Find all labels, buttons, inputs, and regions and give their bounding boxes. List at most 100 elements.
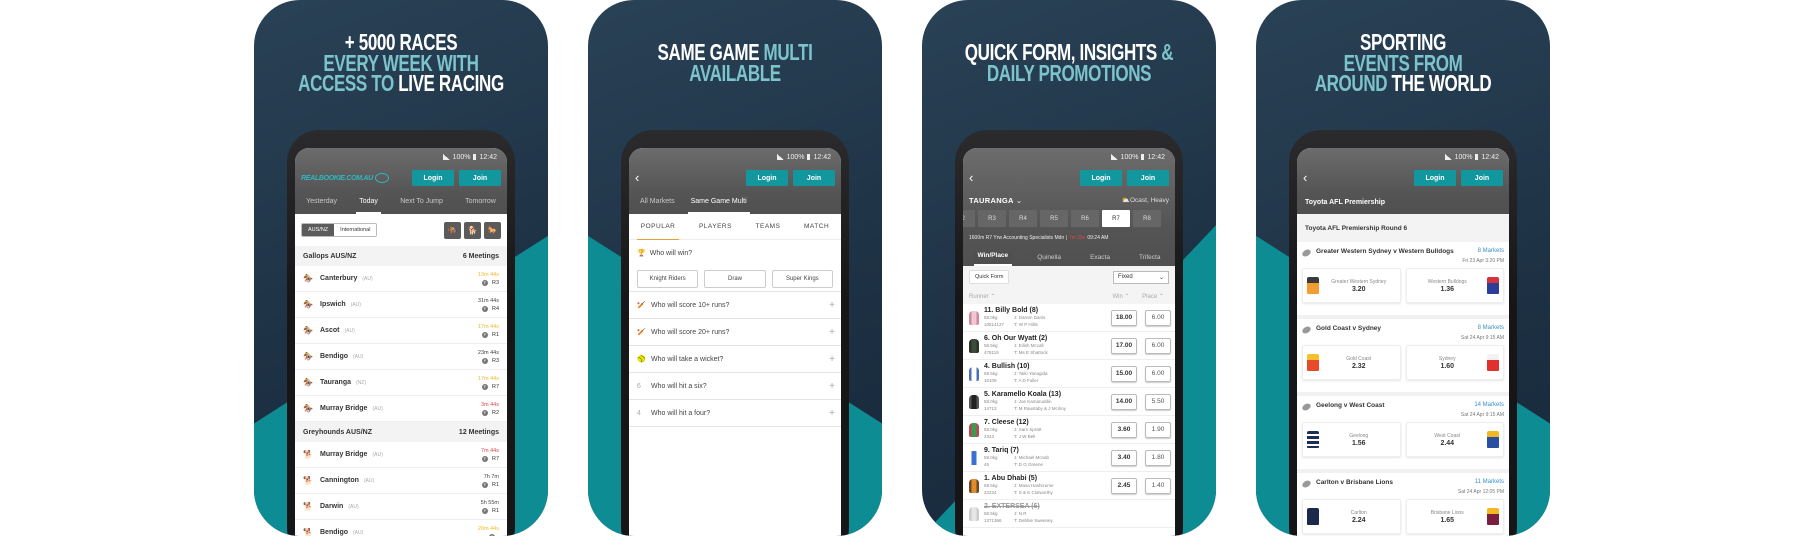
horse-filter-button[interactable]: 🏇 [444, 221, 461, 239]
join-button[interactable]: Join [1127, 170, 1169, 186]
meeting-row[interactable]: 🏇 Tauranga (NZ) 17m 44s F R7 [295, 370, 507, 396]
tab-all-markets[interactable]: All Markets [637, 190, 678, 214]
tab-next-to-jump[interactable]: Next To Jump [397, 190, 446, 214]
place-odds-button[interactable]: 1.40 [1145, 477, 1171, 494]
match-card[interactable]: Carlton v Brisbane Lions 11 Markets Sat 24… [1297, 473, 1509, 536]
race-tab[interactable]: R7 [1102, 210, 1130, 227]
markets-link[interactable]: 8 Markets [1478, 248, 1504, 254]
region-option[interactable]: International [334, 224, 377, 236]
tab-popular[interactable]: POPULAR [636, 214, 680, 240]
market-question[interactable]: 🏏 Who will score 20+ runs? + [629, 319, 841, 346]
market-question[interactable]: 🥎 Who will take a wicket? + [629, 346, 841, 373]
tab-win-place[interactable]: Win/Place [973, 252, 1013, 266]
match-card[interactable]: Gold Coast v Sydney 8 Markets Sat 24 Apr 9… [1297, 319, 1509, 392]
tab-match[interactable]: MATCH [800, 214, 833, 240]
greyhound-filter-button[interactable]: 🐕 [464, 221, 481, 239]
race-tab[interactable]: R8 [1133, 210, 1161, 227]
expand-plus-icon[interactable]: + [829, 354, 835, 365]
win-odds-button[interactable]: 3.40 [1111, 449, 1137, 466]
join-button[interactable]: Join [459, 170, 501, 186]
meeting-row[interactable]: 🐕 Bendigo (AU) 20m 44s F [295, 520, 507, 536]
back-button[interactable]: ‹ [635, 171, 649, 185]
venue-selector[interactable]: TAURANGA ⌄ [969, 196, 1022, 205]
win-odds-button[interactable]: 18.00 [1111, 309, 1137, 326]
place-odds-button[interactable]: 1.80 [1145, 449, 1171, 466]
tab-exacta[interactable]: Exacta [1086, 254, 1114, 266]
region-option[interactable]: AUS/NZ [302, 224, 335, 236]
place-odds-button[interactable]: 6.00 [1145, 309, 1171, 326]
market-question[interactable]: 4 Who will hit a four? + [629, 400, 841, 427]
meeting-row[interactable]: 🐕 Cannington (AU) 7h 7m F R1 [295, 468, 507, 494]
quick-form-button[interactable]: Quick Form [969, 270, 1010, 284]
tab-trifecta[interactable]: Trifecta [1135, 254, 1164, 266]
tab-tomorrow[interactable]: Tomorrow [462, 190, 499, 214]
win-odds-button[interactable]: 3.60 [1111, 421, 1137, 438]
race-tab[interactable]: R4 [1009, 210, 1037, 227]
header-bar: ‹ Login Join [1297, 166, 1509, 190]
meeting-row[interactable]: 🐕 Murray Bridge (AU) 7m 44s F R7 [295, 442, 507, 468]
home-odds-button[interactable]: Carlton 2.24 [1302, 499, 1401, 534]
back-button[interactable]: ‹ [1303, 171, 1317, 185]
tab-yesterday[interactable]: Yesterday [303, 190, 340, 214]
join-button[interactable]: Join [1461, 170, 1503, 186]
harness-filter-button[interactable]: 🐎 [484, 221, 501, 239]
home-odds-button[interactable]: Greater Western Sydney 3.20 [1302, 268, 1401, 303]
tab-teams[interactable]: TEAMS [752, 214, 785, 240]
meeting-row[interactable]: 🐕 Darwin (AU) 5h 55m F R1 [295, 494, 507, 520]
win-odds-button[interactable]: 2.45 [1111, 477, 1137, 494]
win-odds-button[interactable]: 17.00 [1111, 337, 1137, 354]
tab-quinella[interactable]: Quinella [1033, 254, 1065, 266]
market-question[interactable]: 🏏 Who will score 10+ runs? + [629, 292, 841, 319]
away-odds-button[interactable]: Brisbane Lions 1.65 [1405, 499, 1504, 534]
place-odds-button[interactable]: 6.00 [1145, 365, 1171, 382]
venue-country: (AU) [353, 353, 364, 360]
markets-link[interactable]: 14 Markets [1474, 402, 1504, 408]
expand-plus-icon[interactable]: + [829, 300, 835, 311]
meeting-row[interactable]: 🏇 Canterbury (AU) 13m 44s F R3 [295, 266, 507, 292]
col-win[interactable]: Win ⌃ [1105, 293, 1137, 300]
meeting-row[interactable]: 🏇 Bendigo (AU) 23m 44s F R3 [295, 344, 507, 370]
join-button[interactable]: Join [793, 170, 835, 186]
meeting-row[interactable]: 🏇 Murray Bridge (AU) 3m 44s F R2 [295, 396, 507, 422]
tab-same-game-multi[interactable]: Same Game Multi [687, 190, 750, 214]
race-tab[interactable]: R3 [978, 210, 1006, 227]
away-odds-button[interactable]: Western Bulldogs 1.36 [1405, 268, 1504, 303]
home-odds-button[interactable]: Gold Coast 2.32 [1302, 345, 1401, 380]
login-button[interactable]: Login [1414, 170, 1456, 186]
col-runner[interactable]: Runner ⌃ [969, 293, 995, 300]
horse-icon: 🏇 [303, 274, 313, 283]
markets-link[interactable]: 8 Markets [1478, 325, 1504, 331]
runner-details: 58.5kg J: Taiki Yanagida [984, 370, 1106, 377]
markets-link[interactable]: 11 Markets [1475, 479, 1504, 485]
meeting-row[interactable]: 🏇 Ipswich (AU) 31m 44s F R4 [295, 292, 507, 318]
home-odds-button[interactable]: Geelong 1.56 [1302, 422, 1401, 457]
race-tab[interactable]: R5 [1040, 210, 1068, 227]
win-option-button[interactable]: Knight Riders [637, 269, 699, 288]
login-button[interactable]: Login [412, 170, 454, 186]
match-card[interactable]: Geelong v West Coast 14 Markets Sat 24 Apr… [1297, 396, 1509, 469]
win-option-button[interactable]: Draw [704, 269, 766, 288]
race-tab[interactable]: R2 [963, 210, 975, 227]
race-tab[interactable]: R6 [1071, 210, 1099, 227]
match-card[interactable]: Greater Western Sydney v Western Bulldog… [1297, 242, 1509, 315]
market-question[interactable]: 6 Who will hit a six? + [629, 373, 841, 400]
meeting-row[interactable]: 🏇 Ascot (AU) 17m 44s F R1 [295, 318, 507, 344]
place-odds-button[interactable]: 5.50 [1145, 393, 1171, 410]
expand-plus-icon[interactable]: + [829, 327, 835, 338]
col-place[interactable]: Place ⌃ [1137, 293, 1169, 300]
away-odds-button[interactable]: Sydney 1.60 [1405, 345, 1504, 380]
win-option-button[interactable]: Super Kings [771, 269, 833, 288]
expand-plus-icon[interactable]: + [829, 381, 835, 392]
place-odds-button[interactable]: 1.90 [1145, 421, 1171, 438]
login-button[interactable]: Login [1080, 170, 1122, 186]
win-odds-button[interactable]: 15.00 [1111, 365, 1137, 382]
login-button[interactable]: Login [746, 170, 788, 186]
expand-plus-icon[interactable]: + [829, 408, 835, 419]
back-button[interactable]: ‹ [969, 171, 983, 185]
tab-today[interactable]: Today [356, 190, 381, 214]
place-odds-button[interactable]: 6.00 [1145, 337, 1171, 354]
win-odds-button[interactable]: 14.00 [1111, 393, 1137, 410]
price-type-dropdown[interactable]: Fixed ⌄ [1113, 270, 1169, 284]
tab-players[interactable]: PLAYERS [695, 214, 736, 240]
away-odds-button[interactable]: West Coast 2.44 [1405, 422, 1504, 457]
